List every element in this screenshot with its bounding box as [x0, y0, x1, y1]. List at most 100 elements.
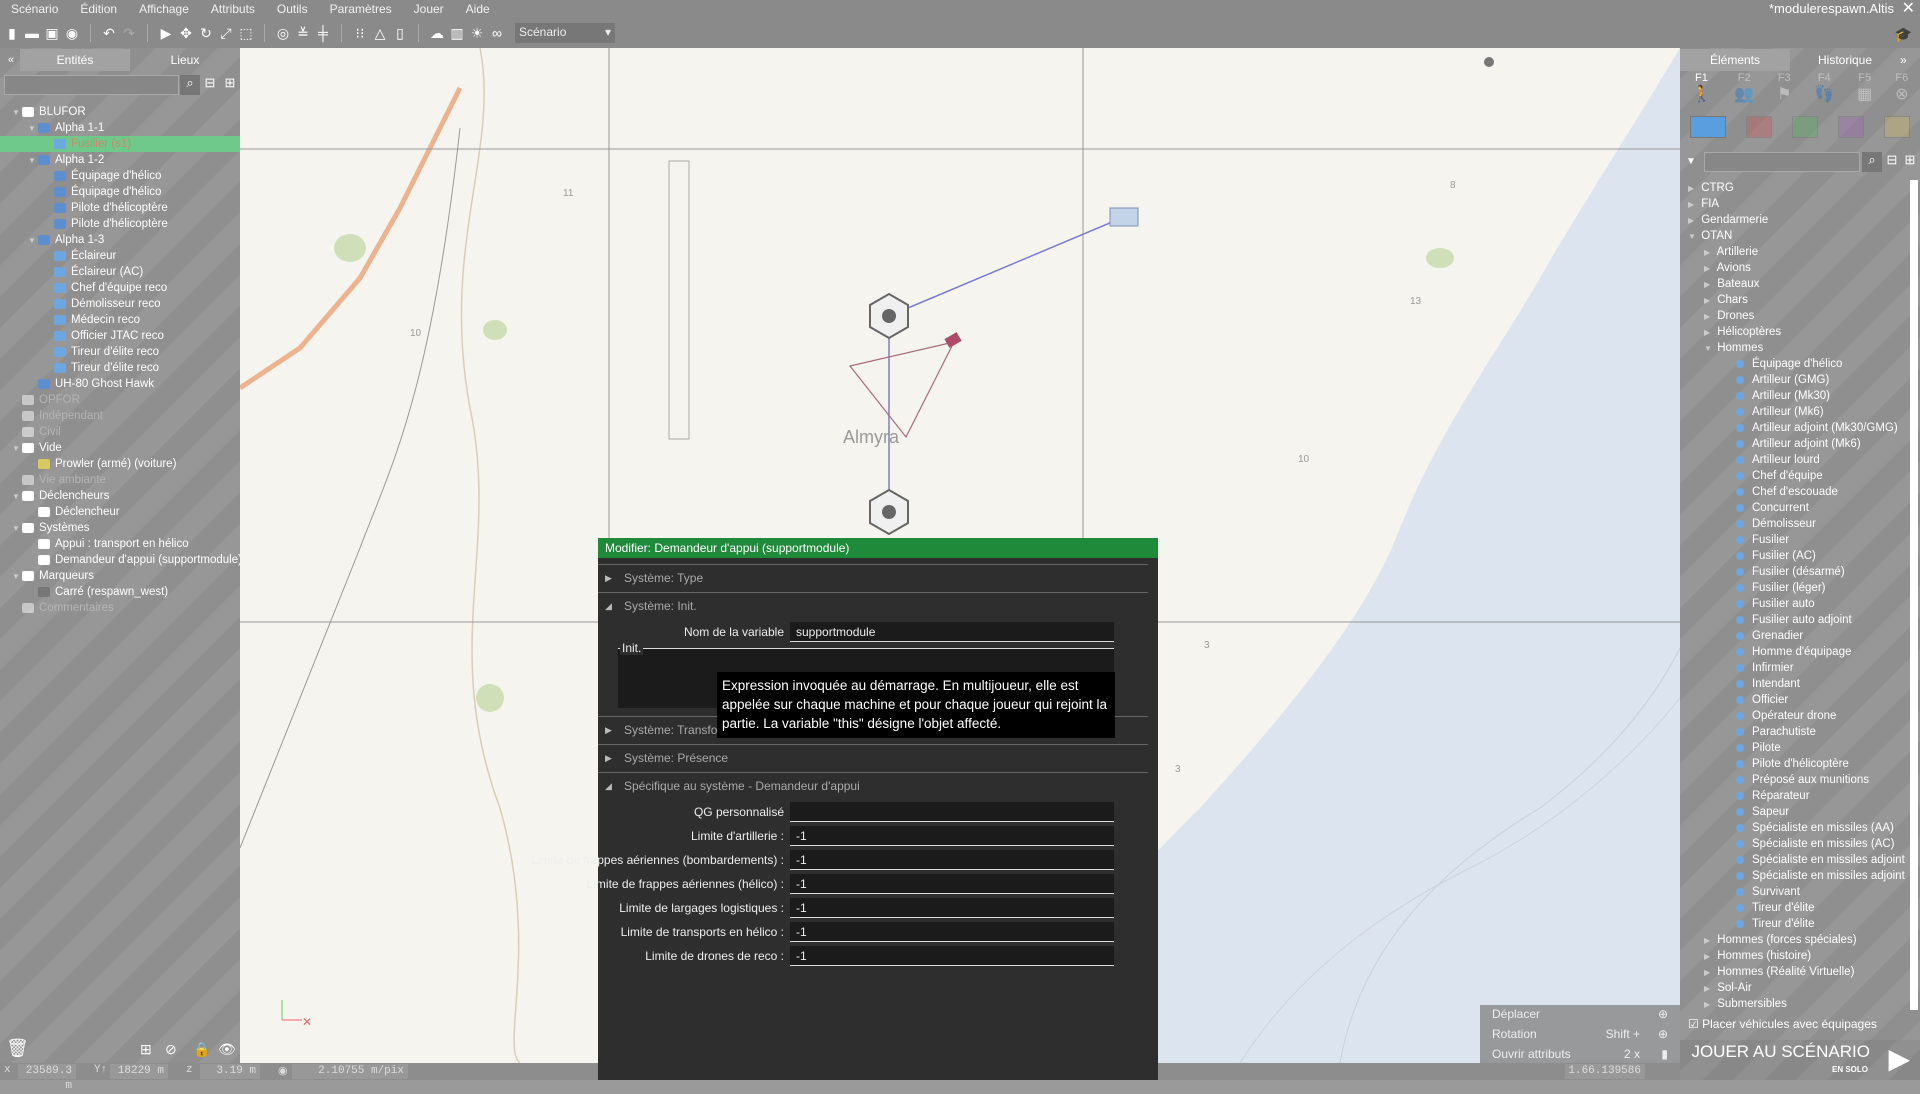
- tree-item[interactable]: Vie ambiante: [0, 472, 240, 488]
- search-icon[interactable]: ⌕: [1862, 152, 1882, 172]
- expand-arrow-icon[interactable]: ▶: [1704, 245, 1714, 261]
- globe-icon[interactable]: ◎: [275, 25, 291, 41]
- asset-item[interactable]: Fusilier auto: [1680, 596, 1906, 612]
- expand-arrow-icon[interactable]: ▼: [12, 105, 22, 121]
- tree-item[interactable]: Fusilier (s1): [0, 136, 240, 152]
- asset-item[interactable]: Tireur d'élite: [1680, 916, 1906, 932]
- attribute-input[interactable]: [790, 802, 1114, 822]
- expand-arrow-icon[interactable]: ▼: [12, 441, 22, 457]
- side-filter-button[interactable]: [1838, 116, 1864, 138]
- expand-arrow-icon[interactable]: ▶: [1704, 293, 1714, 309]
- checkbox[interactable]: ☑: [1688, 1017, 1699, 1031]
- asset-item[interactable]: ▶ Drones: [1680, 308, 1906, 324]
- asset-item[interactable]: ▶ Sol-Air: [1680, 980, 1906, 996]
- expand-all-icon[interactable]: ⊞: [1900, 152, 1920, 172]
- menu-affichage[interactable]: Affichage: [128, 2, 200, 16]
- tree-item[interactable]: Chef d'équipe reco: [0, 280, 240, 296]
- asset-item[interactable]: Artilleur adjoint (Mk30/GMG): [1680, 420, 1906, 436]
- tutorial-icon[interactable]: 🎓: [1895, 26, 1912, 43]
- tree-item[interactable]: Pilote d'hélicoptère: [0, 216, 240, 232]
- grid-icon[interactable]: ⁝⁝: [352, 25, 368, 41]
- asset-item[interactable]: Fusilier (désarmé): [1680, 564, 1906, 580]
- side-filter-button[interactable]: [1690, 116, 1726, 138]
- expand-arrow-icon[interactable]: ▼: [28, 121, 38, 137]
- asset-item[interactable]: ▶ Submersibles: [1680, 996, 1906, 1010]
- asset-item[interactable]: Fusilier (AC): [1680, 548, 1906, 564]
- layer-visibility-icon[interactable]: 👁: [218, 1041, 236, 1058]
- section-init[interactable]: ◢ Système: Init.: [598, 592, 1148, 620]
- attribute-input[interactable]: -1: [790, 946, 1114, 966]
- asset-item[interactable]: ▶ Artillerie: [1680, 244, 1906, 260]
- tree-item[interactable]: Civil: [0, 424, 240, 440]
- expand-arrow-icon[interactable]: ▶: [1704, 277, 1714, 293]
- scale-icon[interactable]: ⤢: [218, 25, 234, 41]
- weather-icon[interactable]: ☁: [429, 25, 445, 41]
- trash-icon[interactable]: 🗑: [6, 1038, 29, 1059]
- filter-dropdown-icon[interactable]: ▼: [1686, 156, 1696, 167]
- asset-item[interactable]: ▶ FIA: [1680, 196, 1906, 212]
- asset-item[interactable]: Fusilier auto adjoint: [1680, 612, 1906, 628]
- light-icon[interactable]: ☀: [469, 25, 485, 41]
- asset-item[interactable]: ▶ Avions: [1680, 260, 1906, 276]
- tree-item[interactable]: Éclaireur (AC): [0, 264, 240, 280]
- expand-arrow-icon[interactable]: ▶: [1704, 949, 1714, 965]
- tab-lieux[interactable]: Lieux: [130, 49, 240, 71]
- asset-item[interactable]: ▶ Hélicoptères: [1680, 324, 1906, 340]
- section-type[interactable]: ▶ Système: Type: [598, 564, 1148, 592]
- scrollbar[interactable]: [1910, 180, 1918, 1010]
- angle-icon[interactable]: △: [372, 25, 388, 41]
- tree-item[interactable]: Équipage d'hélico: [0, 168, 240, 184]
- category-tab-F4[interactable]: F4 👣: [1814, 72, 1834, 112]
- expand-panel-icon[interactable]: »: [1900, 53, 1920, 67]
- rotate-icon[interactable]: ↻: [198, 25, 214, 41]
- expand-arrow-icon[interactable]: ▼: [1688, 229, 1698, 245]
- expand-arrow-icon[interactable]: ▼: [1704, 341, 1714, 357]
- section-presence[interactable]: ▶ Système: Présence: [598, 744, 1148, 772]
- entity-search-input[interactable]: [4, 75, 179, 95]
- category-tab-F2[interactable]: F2 👥: [1734, 72, 1754, 112]
- tree-item[interactable]: ▼ Vide: [0, 440, 240, 456]
- expand-arrow-icon[interactable]: ▼: [12, 489, 22, 505]
- tree-item[interactable]: ▼ Marqueurs: [0, 568, 240, 584]
- asset-item[interactable]: Sapeur: [1680, 804, 1906, 820]
- asset-item[interactable]: Démolisseur: [1680, 516, 1906, 532]
- category-tab-F3[interactable]: F3 ⚑: [1777, 72, 1791, 112]
- tree-item[interactable]: Tireur d'élite reco: [0, 360, 240, 376]
- tree-item[interactable]: Éclaireur: [0, 248, 240, 264]
- side-filter-button[interactable]: [1792, 116, 1818, 138]
- mode-combo[interactable]: Scénario: [515, 22, 615, 43]
- add-layer-icon[interactable]: ⊞: [140, 1041, 152, 1058]
- tree-item[interactable]: Appui : transport en hélico: [0, 536, 240, 552]
- asset-item[interactable]: Tireur d'élite: [1680, 900, 1906, 916]
- expand-arrow-icon[interactable]: ▶: [1704, 325, 1714, 341]
- layer-disable-icon[interactable]: ⊘: [165, 1041, 177, 1058]
- asset-item[interactable]: Opérateur drone: [1680, 708, 1906, 724]
- asset-item[interactable]: Fusilier (léger): [1680, 580, 1906, 596]
- asset-item[interactable]: Pilote d'hélicoptère: [1680, 756, 1906, 772]
- category-tab-F1[interactable]: F1 🚶: [1691, 72, 1711, 112]
- collapse-panel-icon[interactable]: «: [0, 54, 20, 66]
- tab-elements[interactable]: Éléments: [1680, 49, 1790, 71]
- select-icon[interactable]: ▶: [158, 25, 174, 41]
- tree-item[interactable]: UH-80 Ghost Hawk: [0, 376, 240, 392]
- save-icon[interactable]: ▣: [44, 25, 60, 41]
- dialog-title[interactable]: Modifier: Demandeur d'appui (supportmodu…: [598, 538, 1158, 558]
- expand-arrow-icon[interactable]: ▼: [12, 521, 22, 537]
- tree-item[interactable]: Carré (respawn_west): [0, 584, 240, 600]
- tree-item[interactable]: ▼ Alpha 1-1: [0, 120, 240, 136]
- menu-scenario[interactable]: Scénario: [0, 2, 69, 16]
- asset-item[interactable]: Grenadier: [1680, 628, 1906, 644]
- expand-all-icon[interactable]: ⊞: [220, 75, 240, 95]
- asset-item[interactable]: Concurrent: [1680, 500, 1906, 516]
- category-tab-F5[interactable]: F5 ▦: [1857, 72, 1872, 112]
- asset-item[interactable]: ▼ OTAN: [1680, 228, 1906, 244]
- asset-item[interactable]: Artilleur (Mk30): [1680, 388, 1906, 404]
- play-scenario-button[interactable]: JOUER AU SCÉNARIO EN SOLO ▶: [1680, 1040, 1920, 1080]
- asset-item[interactable]: Artilleur lourd: [1680, 452, 1906, 468]
- asset-item[interactable]: Équipage d'hélico: [1680, 356, 1906, 372]
- tree-item[interactable]: Officier JTAC reco: [0, 328, 240, 344]
- section-specific[interactable]: ◢ Spécifique au système - Demandeur d'app…: [598, 772, 1148, 800]
- asset-item[interactable]: Pilote: [1680, 740, 1906, 756]
- asset-item[interactable]: Parachutiste: [1680, 724, 1906, 740]
- asset-item[interactable]: Fusilier: [1680, 532, 1906, 548]
